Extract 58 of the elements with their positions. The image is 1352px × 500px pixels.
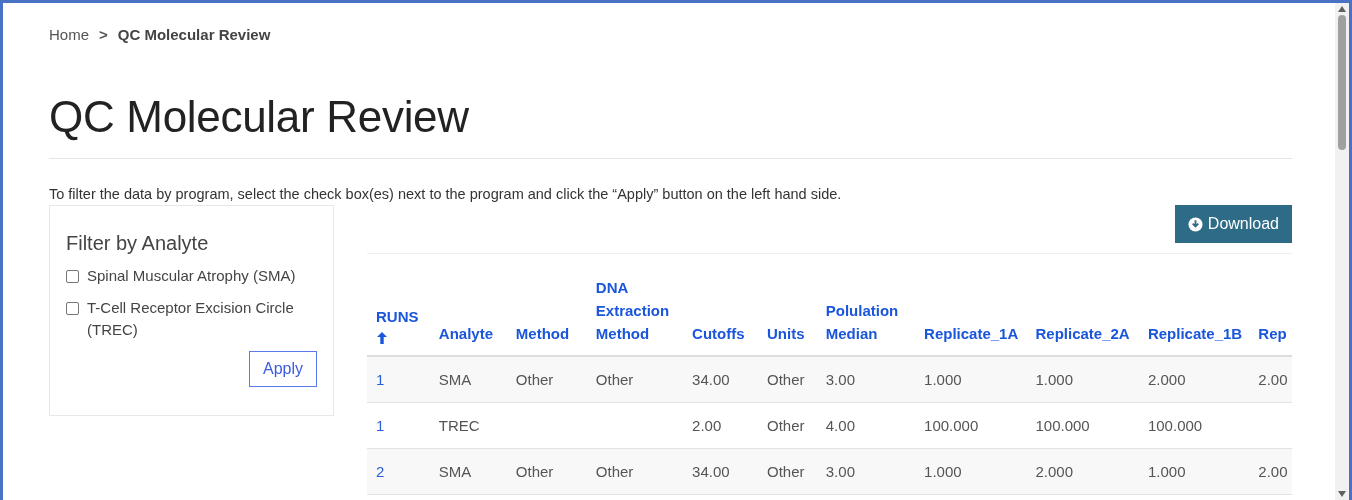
- run-link[interactable]: 2: [376, 463, 385, 481]
- filter-title: Filter by Analyte: [66, 232, 210, 256]
- checkbox-label[interactable]: Spinal Muscular Atrophy (SMA): [87, 265, 296, 288]
- table-cell: 1.000: [924, 463, 962, 481]
- table-cell: 100.000: [1035, 417, 1090, 435]
- table-cell: 2.00: [1258, 371, 1288, 389]
- checkbox[interactable]: [66, 270, 79, 284]
- scroll-up-icon[interactable]: [1338, 6, 1346, 12]
- page-title: QC Molecular Review: [49, 93, 470, 142]
- table-cell: 2.00: [1258, 463, 1288, 481]
- breadcrumb-link[interactable]: Home: [49, 26, 89, 43]
- table-cell: SMA: [438, 463, 472, 481]
- column-header[interactable]: Method: [515, 322, 570, 346]
- scrollbar[interactable]: [1335, 3, 1349, 500]
- column-header[interactable]: Replicate_1A: [924, 322, 1019, 346]
- table-cell: Other: [767, 371, 805, 389]
- table-cell: Other: [595, 371, 634, 389]
- table-cell: SMA: [438, 371, 472, 389]
- run-link[interactable]: 1: [376, 371, 385, 389]
- table-cell: 34.00: [692, 371, 730, 389]
- table-cell: 4.00: [825, 417, 855, 435]
- table-cell: Other: [767, 463, 805, 481]
- table-cell: 2.000: [1035, 463, 1074, 481]
- column-header[interactable]: Polulation Median: [825, 299, 916, 346]
- column-header[interactable]: Cutoffs: [692, 322, 745, 346]
- table-cell: Other: [515, 371, 554, 389]
- table-cell: 3.00: [825, 463, 855, 481]
- column-header[interactable]: Units: [767, 322, 805, 346]
- column-header[interactable]: RUNS: [376, 305, 419, 346]
- column-header[interactable]: Rep: [1258, 322, 1287, 346]
- table-cell: Other: [767, 417, 805, 435]
- table-cell: Other: [595, 463, 634, 481]
- current-page-label: QC Molecular Review: [117, 26, 271, 43]
- breadcrumb-separator: >: [99, 26, 108, 43]
- column-header[interactable]: Replicate_2A: [1035, 322, 1130, 346]
- download-icon: [1187, 216, 1203, 232]
- download-button[interactable]: Download: [1174, 205, 1292, 244]
- scroll-down-icon[interactable]: [1338, 491, 1346, 497]
- column-header[interactable]: DNA Extraction Method: [595, 276, 684, 346]
- run-link[interactable]: 1: [376, 417, 385, 435]
- apply-button[interactable]: Apply: [248, 351, 317, 388]
- column-header[interactable]: Replicate_1B: [1147, 322, 1243, 346]
- scrollbar-thumb[interactable]: [1338, 15, 1346, 150]
- column-header[interactable]: Analyte: [438, 322, 493, 346]
- table-cell: 34.00: [692, 463, 730, 481]
- table-cell: Other: [515, 463, 554, 481]
- table-cell: 100.000: [924, 417, 979, 435]
- table-cell: 1.000: [924, 371, 962, 389]
- table-cell: 2.000: [1147, 371, 1186, 389]
- table-cell: TREC: [438, 417, 480, 435]
- table-cell: 2.00: [692, 417, 722, 435]
- table-cell: 1.000: [1147, 463, 1186, 481]
- checkbox[interactable]: [66, 302, 79, 316]
- table-cell: 1.000: [1035, 371, 1074, 389]
- table-cell: 100.000: [1147, 417, 1203, 435]
- checkbox-label[interactable]: T-Cell Receptor Excision Circle (TREC): [87, 297, 317, 342]
- table-cell: 3.00: [825, 371, 855, 389]
- instructions-text: To filter the data by program, select the check box(es) next to the program and click the “Apply” button on the left hand side.: [49, 186, 843, 203]
